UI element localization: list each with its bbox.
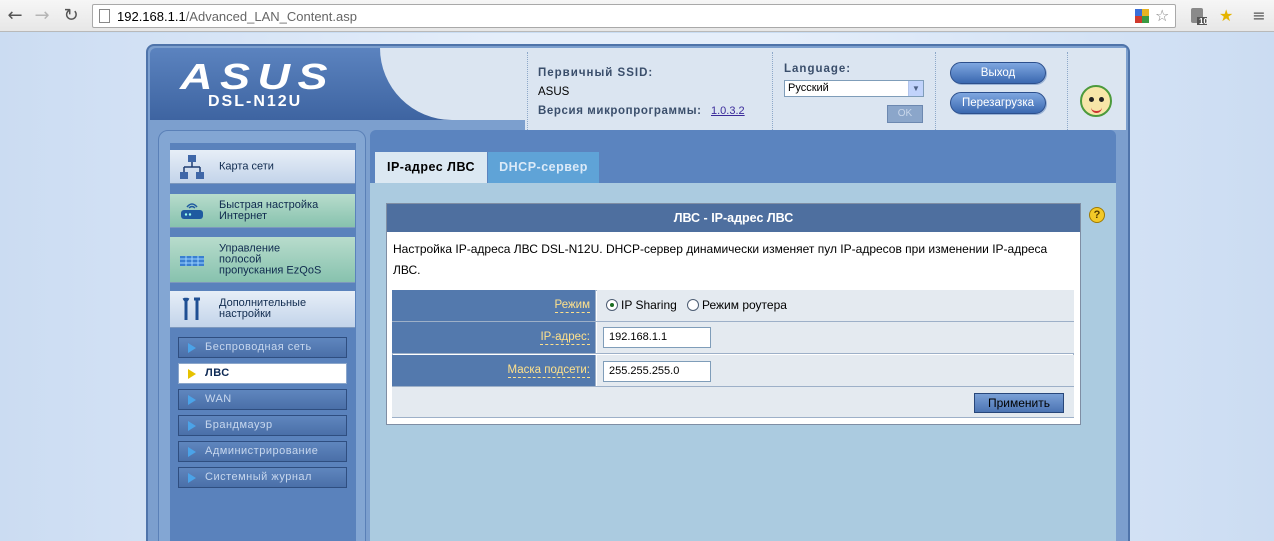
- address-bar[interactable]: 192.168.1.1/Advanced_LAN_Content.asp ☆: [92, 4, 1176, 28]
- triangle-icon: [188, 369, 196, 379]
- submenu-wan[interactable]: WAN: [178, 389, 347, 410]
- subnet-mask-input[interactable]: 255.255.255.0: [603, 361, 711, 382]
- logout-button[interactable]: Выход: [950, 62, 1046, 84]
- radio-router-mode-label[interactable]: Режим роутера: [702, 298, 787, 312]
- submenu-firewall[interactable]: Брандмауэр: [178, 415, 347, 436]
- mask-label-cell: Маска подсети:: [392, 355, 596, 386]
- table-row-mode: Режим IP Sharing Режим роутера: [392, 290, 1074, 322]
- submenu-label: Беспроводная сеть: [205, 341, 312, 353]
- sidebar-item-label: Управление полосой пропускания EzQoS: [219, 242, 322, 276]
- mode-value-cell: IP Sharing Режим роутера: [597, 290, 1074, 321]
- header-divider: [772, 52, 773, 130]
- sidebar-item-advanced[interactable]: Дополнительные настройки: [170, 291, 355, 328]
- triangle-icon: [188, 343, 196, 353]
- language-select[interactable]: Русский ▼: [784, 80, 924, 97]
- table-row-ip: IP-адрес:: [392, 322, 1074, 354]
- page-icon: [99, 9, 110, 23]
- tab-dhcp-server[interactable]: DHCP-сервер: [488, 152, 599, 183]
- mask-label: Маска подсети:: [507, 364, 590, 378]
- bandwidth-icon: [180, 255, 204, 266]
- submenu-label: ЛВС: [205, 367, 230, 379]
- ssid-value: ASUS: [538, 86, 570, 98]
- triangle-icon: [188, 395, 196, 405]
- sidebar-item-label: Карта сети: [219, 160, 274, 172]
- forward-icon[interactable]: →: [31, 5, 53, 27]
- mascot-icon: [1080, 85, 1112, 117]
- bookmark-star-icon[interactable]: ☆: [1155, 8, 1169, 24]
- language-label: Language:: [784, 63, 852, 75]
- submenu-administration[interactable]: Администрирование: [178, 441, 347, 462]
- table-row-mask: Маска подсети:: [392, 355, 1074, 387]
- browser-toolbar: ← → ↻ 192.168.1.1/Advanced_LAN_Content.a…: [0, 0, 1274, 32]
- menu-icon[interactable]: ≡: [1248, 5, 1270, 27]
- submenu-label: Брандмауэр: [205, 419, 273, 431]
- asus-logo: ASUS: [180, 56, 336, 97]
- router-icon: [181, 202, 203, 219]
- apply-button[interactable]: Применить: [974, 393, 1064, 413]
- firmware-label: Версия микропрограммы:: [538, 105, 702, 117]
- radio-ip-sharing[interactable]: [606, 299, 618, 311]
- language-selected: Русский: [788, 82, 829, 94]
- tools-icon: [182, 297, 200, 320]
- radio-ip-sharing-label[interactable]: IP Sharing: [621, 298, 677, 312]
- mode-label-cell: Режим: [392, 290, 596, 321]
- apply-row: [392, 387, 1074, 417]
- reboot-button[interactable]: Перезагрузка: [950, 92, 1046, 114]
- sidebar-item-label: Дополнительные настройки: [219, 297, 307, 320]
- help-icon[interactable]: ?: [1089, 207, 1105, 223]
- submenu-label: Администрирование: [205, 445, 319, 457]
- model-name: DSL-N12U: [208, 93, 303, 110]
- firmware-link[interactable]: 1.0.3.2: [711, 105, 745, 117]
- chevron-down-icon[interactable]: ▼: [908, 81, 923, 96]
- network-map-icon: [180, 154, 204, 179]
- panel-description: Настройка IP-адреса ЛВС DSL-N12U. DHCP-с…: [393, 242, 1048, 277]
- sidebar-item-label: Быстрая настройка Интернет: [219, 198, 319, 222]
- panel-title: ЛВС - IP-адрес ЛВС: [387, 204, 1080, 232]
- ssid-label: Первичный SSID:: [538, 67, 654, 79]
- header-divider: [935, 52, 936, 130]
- sidebar-item-quick-setup[interactable]: Быстрая настройка Интернет: [170, 194, 355, 228]
- language-ok-button[interactable]: OK: [887, 105, 923, 123]
- sidebar-item-network-map[interactable]: Карта сети: [170, 150, 355, 184]
- ip-address-input[interactable]: 192.168.1.1: [603, 327, 711, 348]
- mode-label: Режим: [554, 299, 590, 313]
- radio-router-mode[interactable]: [687, 299, 699, 311]
- extension-badge: 10: [1199, 17, 1208, 26]
- ip-label-cell: IP-адрес:: [392, 322, 596, 353]
- reload-icon[interactable]: ↻: [60, 5, 82, 27]
- submenu-lan[interactable]: ЛВС: [178, 363, 347, 384]
- triangle-icon: [188, 421, 196, 431]
- tab-lan-ip[interactable]: IP-адрес ЛВС: [375, 152, 487, 183]
- sidebar-item-ezqos[interactable]: Управление полосой пропускания EzQoS: [170, 237, 355, 283]
- submenu-system-log[interactable]: Системный журнал: [178, 467, 347, 488]
- url-text[interactable]: 192.168.1.1/Advanced_LAN_Content.asp: [117, 9, 357, 24]
- header-divider: [1067, 52, 1068, 130]
- submenu-wireless[interactable]: Беспроводная сеть: [178, 337, 347, 358]
- triangle-icon: [188, 473, 196, 483]
- ip-label: IP-адрес:: [540, 331, 590, 345]
- submenu-label: WAN: [205, 393, 232, 405]
- header-divider: [527, 52, 528, 130]
- submenu-label: Системный журнал: [205, 471, 312, 483]
- color-grid-icon[interactable]: [1134, 8, 1150, 24]
- star-extension-icon[interactable]: ★: [1219, 8, 1233, 24]
- triangle-icon: [188, 447, 196, 457]
- back-icon[interactable]: ←: [4, 5, 26, 27]
